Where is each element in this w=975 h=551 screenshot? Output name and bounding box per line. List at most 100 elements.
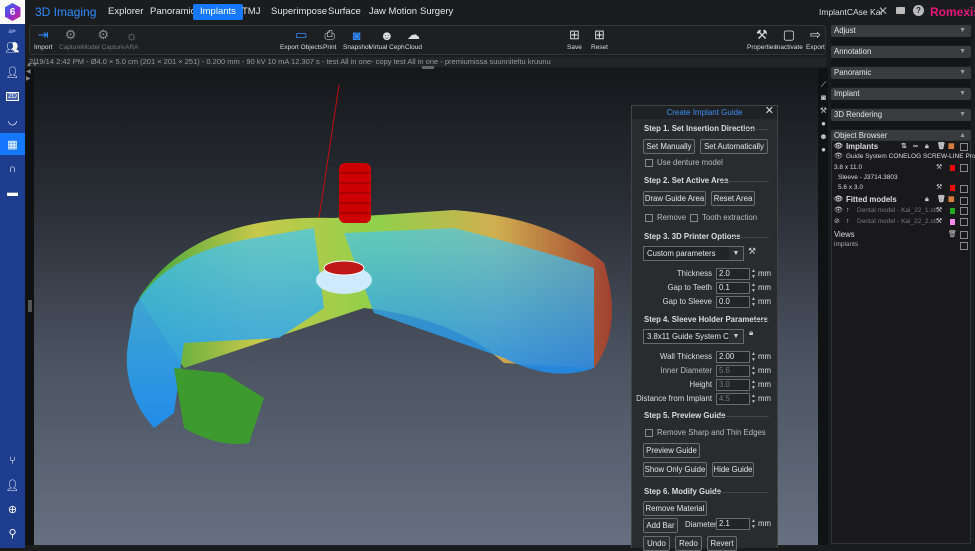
implant-size-row[interactable]: 3.8 x 11.0 ⚒ [831,163,971,173]
splitter-handle[interactable] [28,300,32,312]
color-palette-icon[interactable]: ▦ [948,142,955,152]
tab-tmj[interactable]: TMJ [235,4,267,20]
remove-material-button[interactable]: Remove Material [643,501,707,516]
hide-guide-button[interactable]: Hide Guide [712,462,754,477]
patient-icon[interactable]: 👤︎ [0,61,25,83]
3d-rendering-accordion[interactable]: 3D Rendering ▼ [831,109,971,121]
model-row[interactable]: 👁︎ ↑ Dental model - Kai_22_1.stl ⚒ [831,206,971,216]
viewport-scroll-handle[interactable] [422,66,434,69]
model-capture-button[interactable]: ⚙ Model Capture [82,27,125,51]
sleeve-color-swatch[interactable] [950,185,955,191]
implant-checkbox[interactable] [960,164,968,172]
view-row[interactable]: implants [831,240,971,250]
views-checkbox[interactable] [960,231,968,239]
panoramic-accordion[interactable]: Panoramic ▼ [831,67,971,79]
parallel-icon[interactable]: ⇅ [901,142,907,152]
wrench-icon[interactable]: ⚒ [936,183,942,193]
patients-icon[interactable]: 👥︎ [0,36,25,58]
add-bar-button[interactable]: Add Bar [643,518,678,533]
inner-diameter-spinner[interactable]: ▲ ▼ [751,365,756,377]
draw-guide-area-button[interactable]: Draw Guide Area [643,191,706,206]
tab-surface[interactable]: Surface [321,4,368,20]
gap-to-teeth-input[interactable]: 0.1 [716,282,750,294]
height-spinner[interactable]: ▲ ▼ [751,379,756,391]
arch-icon[interactable]: ∩ [0,158,25,180]
help-icon[interactable]: ? [913,5,924,16]
wall-thickness-input[interactable]: 2.00 [716,351,750,363]
fitted-models-checkbox[interactable] [960,197,968,205]
close-case-icon[interactable]: ✕ [878,4,888,18]
doctor-icon[interactable]: 👤︎ [0,474,25,496]
login-icon[interactable]: ⊕ [0,498,25,520]
cloud-button[interactable]: ☁ Cloud [405,27,422,51]
remove-checkbox[interactable]: Remove [645,213,686,222]
color-palette-icon[interactable]: ▦ [948,195,955,205]
set-automatically-button[interactable]: Set Automatically [700,139,768,154]
printer-preset-select[interactable]: Custom parameters ▼ [643,246,744,261]
wrench-icon[interactable]: ⚒ [819,106,828,115]
app-logo[interactable]: 6 [0,0,25,24]
dialog-close-icon[interactable]: ✕ [765,105,774,118]
diameter-spinner[interactable]: ▲ ▼ [751,518,756,530]
ara-button[interactable]: ☼ ARA [125,27,138,52]
trash-icon[interactable]: 🗑︎ [937,195,946,205]
arrow-up-icon[interactable]: ↑ [846,206,850,216]
model-icon[interactable]: ▬ [0,182,25,204]
model-row[interactable]: ⊘ ↑ Dental model - Kai_22_2.stl ⚒ [831,217,971,227]
gap-to-teeth-spinner[interactable]: ▲ ▼ [751,282,756,294]
model-checkbox[interactable] [960,207,968,215]
implant-row[interactable]: 👁︎ Guide System CONELOG SCREW-LINE Pro..… [831,152,975,162]
use-denture-model-checkbox[interactable]: Use denture model [645,158,723,167]
implants-group-checkbox[interactable] [960,143,968,151]
trash-icon[interactable]: 🗑︎ [948,230,957,240]
video-icon[interactable] [896,7,905,14]
virtual-ceph-button[interactable]: ☻ Virtual Ceph [369,27,405,52]
eye-icon[interactable]: 👁︎ [834,142,843,152]
skull-front-icon[interactable]: ☻ [819,132,828,141]
measure-icon[interactable]: ⟋ [819,80,828,89]
eye-icon[interactable]: 👁︎ [834,206,843,216]
gap-to-sleeve-input[interactable]: 0.0 [716,296,750,308]
sleeve-checkbox[interactable] [960,185,968,193]
inner-diameter-input[interactable]: 5.6 [716,365,750,377]
fitted-models-group-row[interactable]: 👁︎ Fitted models 🔒︎ 🗑︎ ▦ [831,195,971,205]
remove-sharp-edges-checkbox[interactable]: Remove Sharp and Thin Edges [645,428,766,437]
redo-button[interactable]: Redo [675,536,702,551]
implants-group-row[interactable]: 👁︎ Implants ⇅ ∞ 🔒︎ 🗑︎ ▦ [831,142,971,152]
camera-icon[interactable]: ◙ [819,93,828,102]
panoramic-icon[interactable]: ◡ [0,109,25,131]
import-button[interactable]: ⇥ Import [34,27,52,51]
lock-icon[interactable]: 🔒︎ [925,195,929,205]
export-objects-button[interactable]: ▭ Export Objects [280,27,323,51]
sleeve-size-row[interactable]: 5.6 x 3.0 ⚒ [831,183,971,193]
tooth-extraction-checkbox[interactable]: Tooth extraction [690,213,757,222]
properties-button[interactable]: ⚒ Properties [747,27,777,51]
inactivate-button[interactable]: ▢ Inactivate [775,27,803,51]
show-only-guide-button[interactable]: Show Only Guide [643,462,707,477]
reset-button[interactable]: ⊞ Reset [591,27,608,51]
head-icon[interactable]: ● [819,145,828,154]
preview-guide-button[interactable]: Preview Guide [643,443,700,458]
sleeve-preset-select[interactable]: 3.8x11 Guide System C... ▼ [643,329,744,344]
eye-icon[interactable]: 👁︎ [834,152,843,162]
distance-from-implant-spinner[interactable]: ▲ ▼ [751,393,756,405]
chair-icon[interactable]: ⑂ [0,450,25,472]
view-checkbox[interactable] [960,242,968,250]
model-color-swatch[interactable] [950,208,955,214]
gap-to-sleeve-spinner[interactable]: ▲ ▼ [751,296,756,308]
wall-thickness-spinner[interactable]: ▲ ▼ [751,351,756,363]
undo-button[interactable]: Undo [643,536,670,551]
user-settings-icon[interactable]: ⚲ [0,522,25,544]
revert-button[interactable]: Revert [707,536,737,551]
2d-icon[interactable]: 2D [0,85,25,107]
eye-hidden-icon[interactable]: ⊘ [834,217,840,227]
tab-surgery[interactable]: Surgery [413,4,460,20]
diameter-input[interactable]: 2.1 [716,518,750,530]
model-checkbox[interactable] [960,218,968,226]
implant-color-swatch[interactable] [950,165,955,171]
height-input[interactable]: 3.0 [716,379,750,391]
wrench-icon[interactable]: ⚒ [936,206,942,216]
sleeve-row[interactable]: Sleeve - J3714.3803 [831,173,971,183]
distance-from-implant-input[interactable]: 4.5 [716,393,750,405]
lock-icon[interactable]: 🔒︎ [749,328,753,338]
